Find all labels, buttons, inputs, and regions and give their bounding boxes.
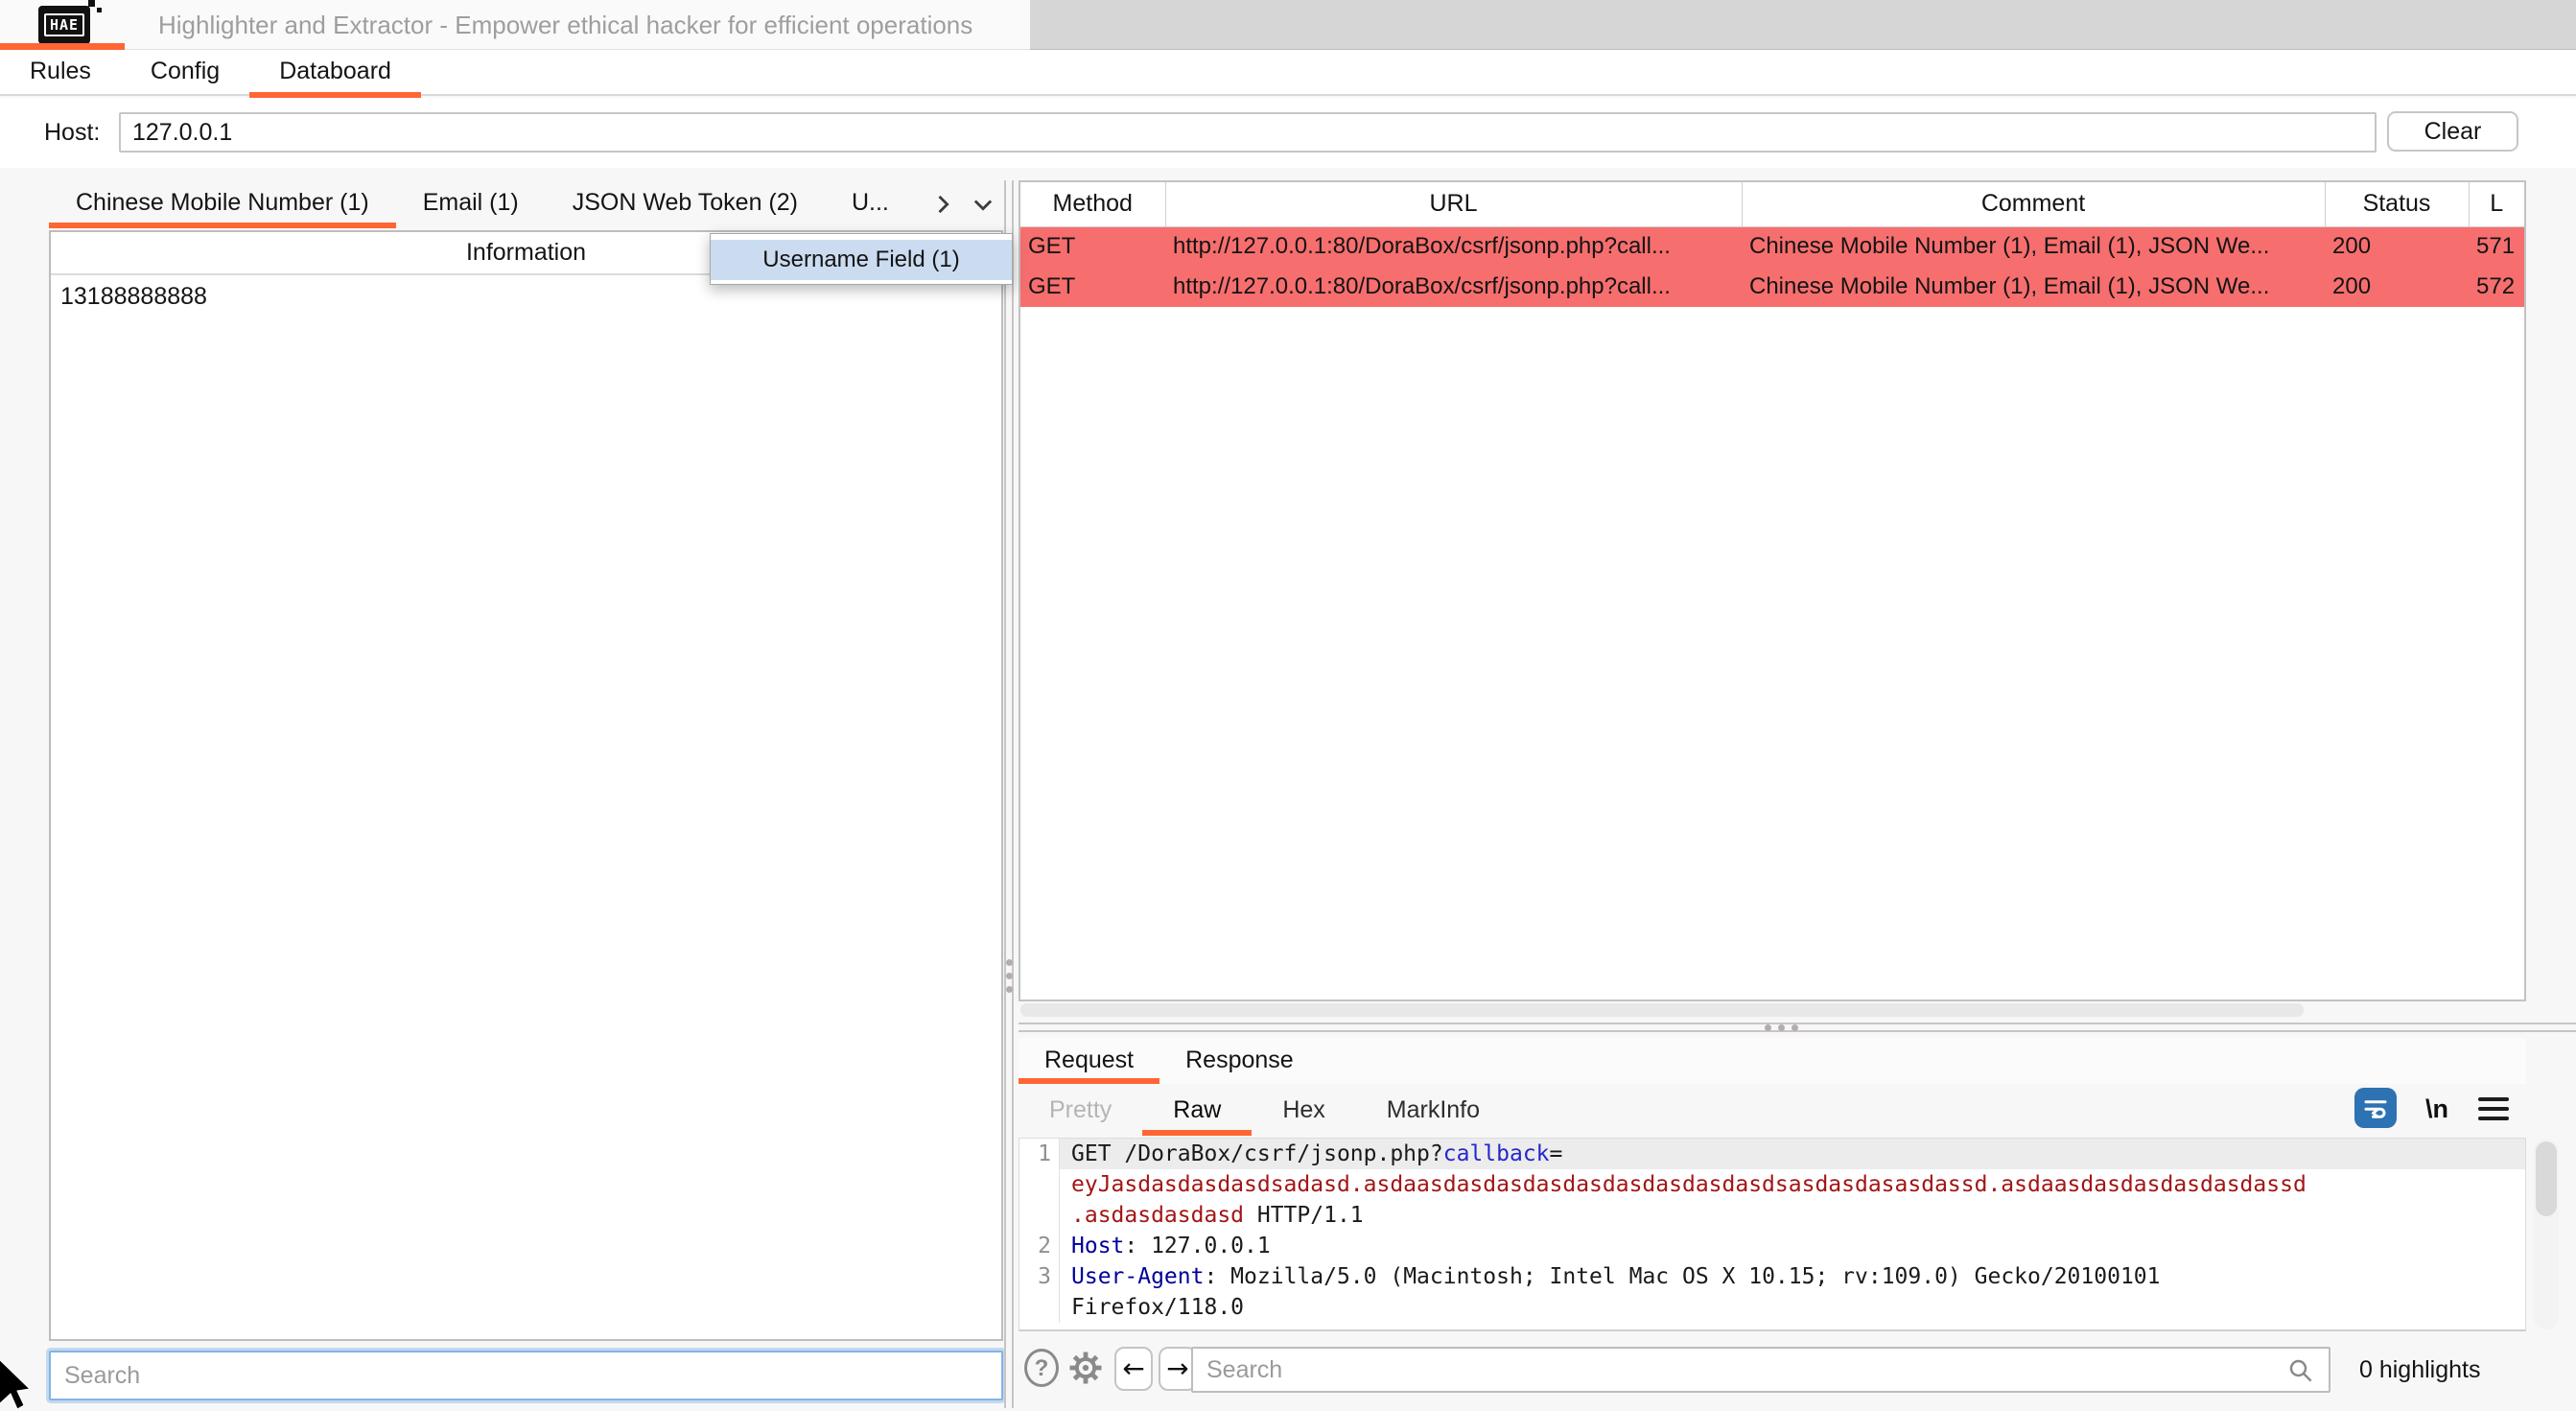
requests-table: Method URL Comment Status L GEThttp://12… xyxy=(1019,180,2526,1001)
code-text: Firefox/118.0 xyxy=(1060,1292,2525,1323)
extractor-tab[interactable]: Chinese Mobile Number (1) xyxy=(49,180,396,228)
word-wrap-toggle[interactable] xyxy=(2354,1088,2397,1128)
cell-len: 572 xyxy=(2469,267,2524,307)
code-line: Firefox/118.0 xyxy=(1019,1292,2525,1323)
code-text: User-Agent: Mozilla/5.0 (Macintosh; Inte… xyxy=(1060,1261,2525,1292)
selected-tab-indicator xyxy=(0,43,125,50)
tab-request[interactable]: Request xyxy=(1019,1038,1159,1084)
editor-search-input[interactable] xyxy=(1191,1347,2330,1393)
cell-url: http://127.0.0.1:80/DoraBox/csrf/jsonp.p… xyxy=(1165,226,1742,267)
hae-logo-pen-icon xyxy=(97,8,102,12)
hae-logo-pen-icon xyxy=(88,0,95,7)
hae-logo-icon: HAE xyxy=(38,6,90,44)
help-icon[interactable]: ? xyxy=(1024,1349,1059,1387)
tab-config[interactable]: Config xyxy=(121,50,249,96)
requests-table-hscrollbar[interactable] xyxy=(1020,1003,2304,1017)
column-header-length[interactable]: L xyxy=(2469,182,2524,226)
code-text: Host: 127.0.0.1 xyxy=(1060,1231,2525,1261)
column-header-url[interactable]: URL xyxy=(1165,182,1742,226)
code-text: eyJasdasdasdasdsadasd.asdaasdasdasdasdas… xyxy=(1060,1169,2525,1200)
title-bar: HAE Highlighter and Extractor - Empower … xyxy=(0,0,2576,50)
dropdown-item[interactable]: Username Field (1) xyxy=(711,240,1012,280)
extractor-tab[interactable]: JSON Web Token (2) xyxy=(546,180,825,228)
cell-method: GET xyxy=(1020,267,1165,307)
extractor-tab[interactable]: Email (1) xyxy=(396,180,546,228)
host-label: Host: xyxy=(44,98,100,168)
editor-view-tabs: Pretty Raw Hex MarkInfo xyxy=(1019,1086,2526,1136)
chevron-right-icon[interactable] xyxy=(929,191,956,218)
line-number xyxy=(1019,1200,1060,1231)
code-line: 3User-Agent: Mozilla/5.0 (Macintosh; Int… xyxy=(1019,1261,2525,1292)
cell-comment: Chinese Mobile Number (1), Email (1), JS… xyxy=(1742,267,2325,307)
tab-databoard[interactable]: Databoard xyxy=(249,50,421,96)
cell-comment: Chinese Mobile Number (1), Email (1), JS… xyxy=(1742,226,2325,267)
cell-status: 200 xyxy=(2325,226,2469,267)
highlights-count: 0 highlights xyxy=(2359,1345,2480,1395)
hae-logo-text: HAE xyxy=(44,13,84,36)
code-line: eyJasdasdasdasdsadasd.asdaasdasdasdasdas… xyxy=(1019,1169,2525,1200)
request-row[interactable]: GEThttp://127.0.0.1:80/DoraBox/csrf/json… xyxy=(1020,226,2524,267)
column-header-method[interactable]: Method xyxy=(1020,182,1165,226)
splitter-grip-icon xyxy=(1006,959,1013,993)
code-text: .asdasdasdasd HTTP/1.1 xyxy=(1060,1200,2525,1231)
tab-markinfo[interactable]: MarkInfo xyxy=(1356,1086,1510,1136)
tab-raw[interactable]: Raw xyxy=(1142,1086,1252,1136)
editor-search-toolbar: ? ← → 0 highlights xyxy=(1019,1345,2526,1400)
editor-vscrollbar[interactable] xyxy=(2534,1140,2559,1329)
line-number xyxy=(1019,1292,1060,1323)
code-line: .asdasdasdasd HTTP/1.1 xyxy=(1019,1200,2525,1231)
message-tabs: Request Response xyxy=(1019,1038,2526,1084)
word-wrap-icon xyxy=(2361,1094,2390,1122)
vertical-splitter[interactable] xyxy=(1004,180,1017,1408)
hamburger-menu-icon[interactable] xyxy=(2478,1097,2509,1120)
line-number: 3 xyxy=(1019,1261,1060,1292)
requests-table-header: Method URL Comment Status L xyxy=(1020,182,2524,226)
page-title: Highlighter and Extractor - Empower ethi… xyxy=(158,0,972,50)
cell-url: http://127.0.0.1:80/DoraBox/csrf/jsonp.p… xyxy=(1165,267,1742,307)
clear-button[interactable]: Clear xyxy=(2387,111,2518,152)
requests-panel: Method URL Comment Status L GEThttp://12… xyxy=(1019,180,2526,1408)
code-line: 1GET /DoraBox/csrf/jsonp.php?callback= xyxy=(1019,1139,2525,1169)
extension-logo-tab[interactable]: HAE xyxy=(0,0,125,50)
gear-icon[interactable] xyxy=(1065,1347,1107,1389)
raw-request-editor[interactable]: 1GET /DoraBox/csrf/jsonp.php?callback=ey… xyxy=(1019,1138,2526,1331)
hae-extension-window: HAE Highlighter and Extractor - Empower … xyxy=(0,0,2576,1408)
search-icon xyxy=(2286,1356,2315,1385)
code-text: GET /DoraBox/csrf/jsonp.php?callback= xyxy=(1060,1139,2525,1169)
line-number: 1 xyxy=(1019,1139,1060,1169)
titlebar-empty-area xyxy=(1030,0,2576,50)
chevron-down-icon[interactable] xyxy=(970,191,996,218)
extractor-panel: Chinese Mobile Number (1)Email (1)JSON W… xyxy=(49,180,1003,1408)
newline-toggle[interactable]: \n xyxy=(2411,1090,2463,1128)
information-table: Information 13188888888 xyxy=(49,230,1003,1341)
cell-method: GET xyxy=(1020,226,1165,267)
host-input[interactable] xyxy=(119,112,2377,153)
column-header-comment[interactable]: Comment xyxy=(1742,182,2325,226)
line-number: 2 xyxy=(1019,1231,1060,1261)
host-bar: Host: Clear xyxy=(0,98,2576,168)
extractor-tab[interactable]: U... xyxy=(825,180,916,228)
code-line: 2Host: 127.0.0.1 xyxy=(1019,1231,2525,1261)
extractor-search-input[interactable] xyxy=(49,1351,1003,1400)
mouse-cursor-icon xyxy=(0,1359,36,1411)
tab-response[interactable]: Response xyxy=(1159,1038,1320,1084)
tab-rules[interactable]: Rules xyxy=(0,50,121,96)
cell-status: 200 xyxy=(2325,267,2469,307)
line-number xyxy=(1019,1169,1060,1200)
column-header-status[interactable]: Status xyxy=(2325,182,2469,226)
request-row[interactable]: GEThttp://127.0.0.1:80/DoraBox/csrf/json… xyxy=(1020,267,2524,307)
tab-hex[interactable]: Hex xyxy=(1252,1086,1355,1136)
tab-pretty[interactable]: Pretty xyxy=(1019,1086,1142,1136)
cell-len: 571 xyxy=(2469,226,2524,267)
previous-match-button[interactable]: ← xyxy=(1114,1347,1153,1391)
extractor-tab-dropdown: Username Field (1) xyxy=(710,233,1013,285)
main-nav-tabs: Rules Config Databoard xyxy=(0,50,2576,96)
extractor-tabs-list: Chinese Mobile Number (1)Email (1)JSON W… xyxy=(49,180,916,228)
extractor-tabs: Chinese Mobile Number (1)Email (1)JSON W… xyxy=(49,180,1003,228)
